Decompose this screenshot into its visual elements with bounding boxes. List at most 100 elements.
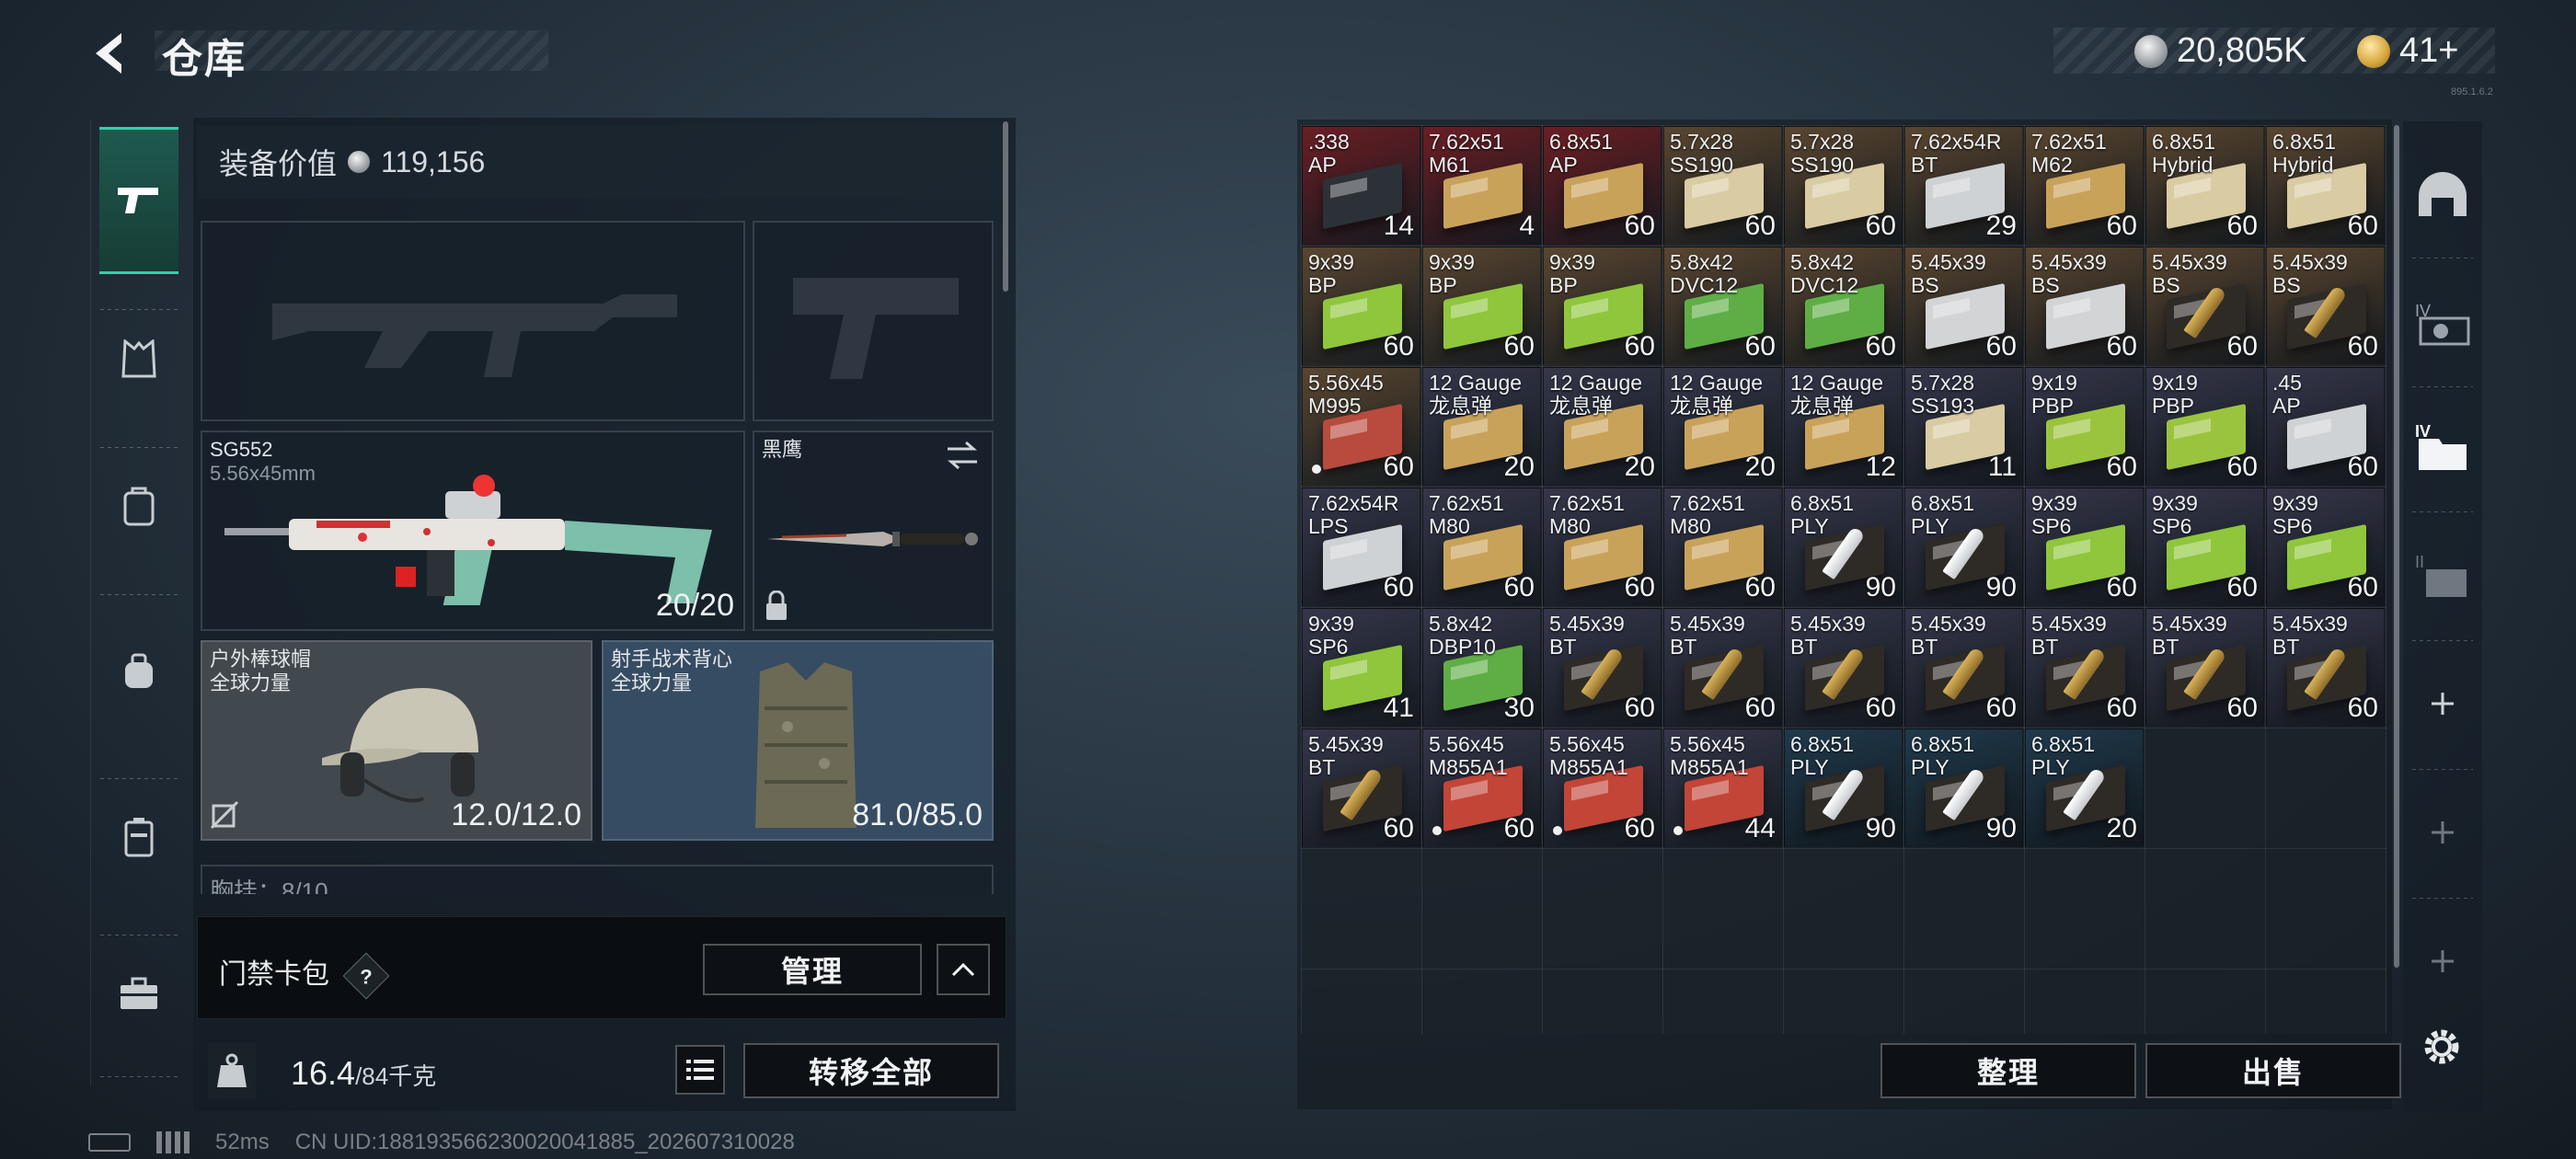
inventory-item[interactable]: 5.45x39 BT 60 [2025, 608, 2144, 727]
rnav-add-slot-3[interactable] [2405, 901, 2480, 1021]
nav-case[interactable] [91, 938, 187, 1049]
inventory-item[interactable]: 9x19 PBP 60 [2145, 367, 2264, 486]
inventory-item[interactable]: 7.62x54R LPS 60 [1302, 488, 1420, 606]
inventory-item[interactable]: 7.62x51 M80 60 [1422, 488, 1541, 606]
inventory-item[interactable]: 5.56x45 M995 60 [1302, 367, 1420, 486]
ammo-name: 5.45x39 BT [1308, 732, 1384, 779]
inventory-item[interactable]: 5.45x39 BT 60 [1543, 608, 1662, 727]
inventory-item[interactable]: 9x39 SP6 60 [2145, 488, 2264, 606]
inventory-item[interactable]: 5.45x39 BS 60 [2266, 247, 2385, 365]
inventory-item[interactable]: .338 AP 14 [1302, 126, 1420, 245]
inventory-item[interactable]: 9x19 PBP 60 [2025, 367, 2144, 486]
rnav-add-slot-1[interactable] [2405, 644, 2480, 763]
list-button[interactable] [675, 1045, 725, 1095]
inventory-item[interactable]: 5.45x39 BT 60 [2266, 608, 2385, 727]
inventory-item[interactable]: 5.45x39 BT 60 [1302, 729, 1420, 847]
inventory-item[interactable]: 5.8x42 DBP10 30 [1422, 608, 1541, 727]
nav-vest[interactable] [91, 304, 187, 414]
carry-weight-max: /84千克 [355, 1062, 437, 1090]
inventory-item[interactable]: 7.62x51 M62 60 [2025, 126, 2144, 245]
inventory-item[interactable]: 5.45x39 BS 60 [2145, 247, 2264, 365]
marker-dot-icon [1312, 465, 1321, 474]
secondary-weapon-slot-empty[interactable] [753, 221, 994, 421]
inventory-item[interactable]: .45 AP 60 [2266, 367, 2385, 486]
rnav-add-slot-2[interactable] [2405, 773, 2480, 892]
transfer-all-button[interactable]: 转移全部 [743, 1043, 999, 1098]
inventory-item[interactable]: 7.62x51 M61 4 [1422, 126, 1541, 245]
inventory-item[interactable]: 9x39 SP6 60 [2025, 488, 2144, 606]
armor-slot[interactable]: 射手战术背心 全球力量 81.0/85.0 [602, 640, 994, 841]
inventory-item[interactable]: 6.8x51 PLY 20 [2025, 729, 2144, 847]
inventory-item[interactable]: 6.8x51 PLY 90 [1904, 488, 2023, 606]
inventory-item[interactable]: 9x39 BP 60 [1543, 247, 1662, 365]
inventory-item[interactable]: 5.7x28 SS193 11 [1904, 367, 2023, 486]
inventory-item[interactable]: 6.8x51 Hybrid 60 [2145, 126, 2264, 245]
settings-button[interactable] [2420, 1025, 2464, 1069]
helmet-icon [2419, 172, 2467, 216]
rnav-container[interactable]: IV [2405, 386, 2480, 506]
inventory-item[interactable]: 7.62x51 M80 60 [1663, 488, 1782, 606]
back-arrow-icon [96, 33, 121, 74]
ammo-name: 9x39 SP6 [2272, 491, 2318, 538]
inventory-item[interactable]: 7.62x51 M80 60 [1543, 488, 1662, 606]
inventory-item[interactable]: 6.8x51 PLY 90 [1904, 729, 2023, 847]
ticket-balance[interactable]: 41+ [2357, 31, 2458, 71]
inventory-item[interactable]: 5.45x39 BT 60 [1904, 608, 2023, 727]
coin-balance[interactable]: 20,805K [2134, 31, 2307, 71]
primary-weapon-slot-empty[interactable] [201, 221, 745, 421]
inventory-scrollbar[interactable] [2394, 125, 2399, 968]
help-button[interactable]: ? [342, 952, 390, 1000]
collapse-button[interactable] [937, 944, 990, 995]
ammo-name: 9x39 BP [1549, 250, 1595, 297]
sort-button[interactable]: 整理 [1880, 1043, 2136, 1098]
ammo-count: 60 [1383, 452, 1414, 482]
swap-icon[interactable] [944, 440, 981, 471]
chest-rig-slot[interactable]: 胸挂：8/10 [201, 865, 994, 894]
inventory-item[interactable]: 9x39 BP 60 [1422, 247, 1541, 365]
inventory-item[interactable]: 5.45x39 BT 60 [2145, 608, 2264, 727]
inventory-item[interactable]: 5.56x45 M855A1 44 [1663, 729, 1782, 847]
inventory-item[interactable]: 5.7x28 SS190 60 [1663, 126, 1782, 245]
armor-name: 射手战术背心 [611, 648, 733, 671]
inventory-item[interactable]: 5.7x28 SS190 60 [1784, 126, 1903, 245]
inventory-item[interactable]: 6.8x51 AP 60 [1543, 126, 1662, 245]
inventory-item[interactable]: 5.45x39 BT 60 [1784, 608, 1903, 727]
rnav-armor-level[interactable]: IV [2405, 263, 2480, 383]
melee-slot[interactable]: 黑鹰 [753, 430, 994, 631]
back-button[interactable] [85, 26, 140, 81]
inventory-item[interactable]: 12 Gauge 龙息弹 20 [1663, 367, 1782, 486]
inventory-item[interactable]: 5.45x39 BT 60 [1663, 608, 1782, 727]
inventory-item[interactable]: 7.62x54R BT 29 [1904, 126, 2023, 245]
inventory-item[interactable]: 9x39 SP6 41 [1302, 608, 1420, 727]
primary-weapon-slot[interactable]: SG552 5.56x45mm 20/20 [201, 430, 745, 631]
nav-pouch[interactable] [91, 616, 187, 727]
helmet-slot[interactable]: 户外棒球帽 全球力量 12.0/12.0 [201, 640, 592, 841]
inventory-item[interactable]: 9x39 SP6 60 [2266, 488, 2385, 606]
inventory-item[interactable]: 5.8x42 DVC12 60 [1663, 247, 1782, 365]
equipment-scrollbar[interactable] [1003, 121, 1008, 292]
nav-chest-rig[interactable] [91, 782, 187, 892]
nav-backpack[interactable] [91, 451, 187, 561]
inventory-item[interactable]: 5.8x42 DVC12 60 [1784, 247, 1903, 365]
ammo-count: 60 [1503, 331, 1535, 361]
ammo-count: 20 [2106, 813, 2137, 843]
nav-weapons[interactable] [99, 127, 178, 274]
ammo-name: 5.45x39 BS [2152, 250, 2227, 297]
inventory-item[interactable]: 6.8x51 PLY 90 [1784, 729, 1903, 847]
inventory-item[interactable]: 12 Gauge 龙息弹 20 [1543, 367, 1662, 486]
inventory-item[interactable]: 9x39 BP 60 [1302, 247, 1420, 365]
inventory-item[interactable]: 12 Gauge 龙息弹 12 [1784, 367, 1903, 486]
ammo-name: 5.45x39 BT [1549, 612, 1625, 659]
inventory-item[interactable]: 12 Gauge 龙息弹 20 [1422, 367, 1541, 486]
manage-button[interactable]: 管理 [703, 944, 922, 995]
inventory-item[interactable]: 5.45x39 BS 60 [2025, 247, 2144, 365]
helmet-durability: 12.0/12.0 [451, 798, 581, 832]
inventory-item[interactable]: 5.56x45 M855A1 60 [1543, 729, 1662, 847]
inventory-item[interactable]: 5.56x45 M855A1 60 [1422, 729, 1541, 847]
rnav-locked-container[interactable]: II [2405, 515, 2480, 635]
sell-button[interactable]: 出售 [2145, 1043, 2401, 1098]
inventory-item[interactable]: 5.45x39 BS 60 [1904, 247, 2023, 365]
inventory-item[interactable]: 6.8x51 PLY 90 [1784, 488, 1903, 606]
inventory-item[interactable]: 6.8x51 Hybrid 60 [2266, 126, 2385, 245]
rnav-helmet[interactable] [2405, 134, 2480, 254]
